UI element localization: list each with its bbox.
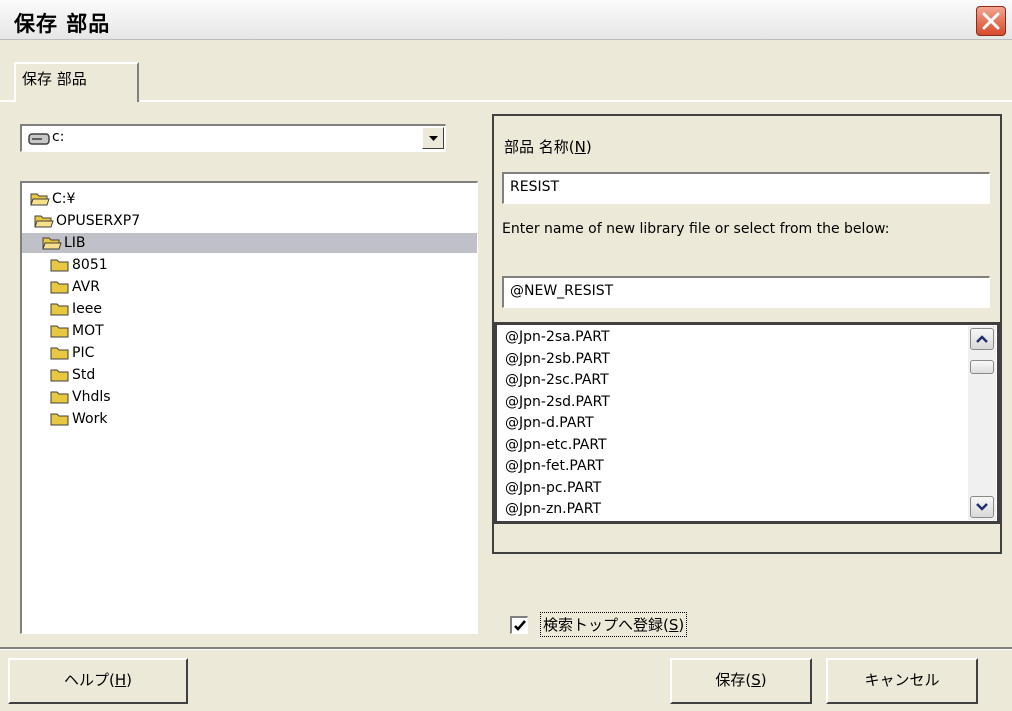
drive-dropdown-button[interactable] (422, 127, 444, 149)
tree-item[interactable]: LIB (22, 233, 477, 253)
tree-item[interactable]: PIC (22, 343, 477, 363)
tab-strip: 保存 部品 (0, 40, 1012, 102)
tree-item-label: AVR (72, 279, 100, 295)
library-file-value: @NEW_RESIST (510, 283, 614, 299)
library-file-input[interactable]: @NEW_RESIST (502, 276, 990, 308)
cancel-button[interactable]: キャンセル (826, 658, 978, 704)
folder-open-icon (30, 193, 50, 206)
save-button[interactable]: 保存(S) (670, 658, 812, 704)
tree-item-label: MOT (72, 323, 104, 339)
part-name-group: 部品 名称(N) RESIST Enter name of new librar… (492, 114, 1002, 554)
tab-divider (0, 100, 14, 102)
library-list-item[interactable]: @Jpn-2sc.PART (505, 370, 609, 390)
library-list-item[interactable]: @Jpn-2sb.PART (505, 349, 610, 369)
scroll-thumb[interactable] (970, 360, 994, 374)
folder-icon (50, 369, 69, 382)
tree-item[interactable]: Std (22, 365, 477, 385)
tree-item-label: PIC (72, 345, 95, 361)
title-bar: 保存 部品 (0, 0, 1012, 40)
tree-item-label: Vhdls (72, 389, 111, 405)
chevron-up-icon (976, 335, 988, 343)
drive-select[interactable]: c: (20, 124, 446, 152)
folder-icon (50, 303, 69, 316)
window-title: 保存 部品 (14, 12, 111, 36)
part-name-input[interactable]: RESIST (502, 172, 990, 204)
tab-divider (140, 100, 1012, 102)
help-button[interactable]: ヘルプ(H) (8, 658, 188, 704)
folder-icon (50, 281, 69, 294)
register-search-top-checkbox[interactable] (510, 616, 528, 634)
tree-item-label: Ieee (72, 301, 102, 317)
folder-icon (50, 259, 69, 272)
folder-icon (50, 413, 69, 426)
library-list-item[interactable]: @Jpn-2sd.PART (505, 392, 610, 412)
tree-item-label: LIB (64, 235, 86, 251)
library-list-item[interactable]: @Jpn-pc.PART (505, 478, 601, 498)
part-name-label: 部品 名称(N) (504, 138, 592, 156)
checkmark-icon (514, 620, 526, 631)
library-list-item[interactable]: @Jpn-fet.PART (505, 456, 604, 476)
tree-item-label: 8051 (72, 257, 108, 273)
tree-item[interactable]: AVR (22, 277, 477, 297)
library-list-item[interactable]: @Jpn-zn.PART (505, 499, 601, 519)
folder-open-icon (34, 215, 54, 228)
drive-icon (28, 133, 50, 145)
tree-item[interactable]: Ieee (22, 299, 477, 319)
library-list-item[interactable]: @Jpn-2sa.PART (505, 327, 610, 347)
chevron-down-icon (976, 503, 988, 511)
scroll-down-button[interactable] (970, 496, 994, 518)
drive-label: c: (52, 129, 65, 145)
divider (0, 649, 1012, 650)
tree-item[interactable]: MOT (22, 321, 477, 341)
library-list-scrollbar[interactable] (968, 326, 996, 520)
tree-item[interactable]: OPUSERXP7 (22, 211, 477, 231)
register-search-top-label: 検索トップへ登録(S) (540, 612, 688, 637)
tab-save-part[interactable]: 保存 部品 (14, 62, 139, 102)
tree-item-label: Std (72, 367, 96, 383)
part-name-value: RESIST (510, 179, 560, 195)
tree-item-label: C:¥ (52, 191, 76, 207)
folder-icon (50, 391, 69, 404)
library-hint: Enter name of new library file or select… (502, 221, 890, 237)
folder-open-icon (42, 237, 62, 250)
chevron-down-icon (429, 136, 438, 141)
tree-item-label: Work (72, 411, 108, 427)
tree-item[interactable]: Vhdls (22, 387, 477, 407)
library-list[interactable]: @Jpn-2sa.PART @Jpn-2sb.PART @Jpn-2sc.PART @… (494, 322, 1000, 524)
tree-item[interactable]: 8051 (22, 255, 477, 275)
tree-item-label: OPUSERXP7 (56, 213, 141, 229)
close-icon (982, 12, 1000, 30)
scroll-up-button[interactable] (970, 328, 994, 350)
library-list-item[interactable]: @Jpn-d.PART (505, 413, 594, 433)
folder-icon (50, 347, 69, 360)
folder-tree[interactable]: C:¥ OPUSERXP7 LIB 8051 AVR Ieee MOT PIC Std Vhdls… (20, 181, 478, 634)
close-button[interactable] (976, 6, 1006, 36)
tree-item[interactable]: C:¥ (22, 189, 477, 209)
tree-item[interactable]: Work (22, 409, 477, 429)
library-list-item[interactable]: @Jpn-etc.PART (505, 435, 607, 455)
folder-icon (50, 325, 69, 338)
